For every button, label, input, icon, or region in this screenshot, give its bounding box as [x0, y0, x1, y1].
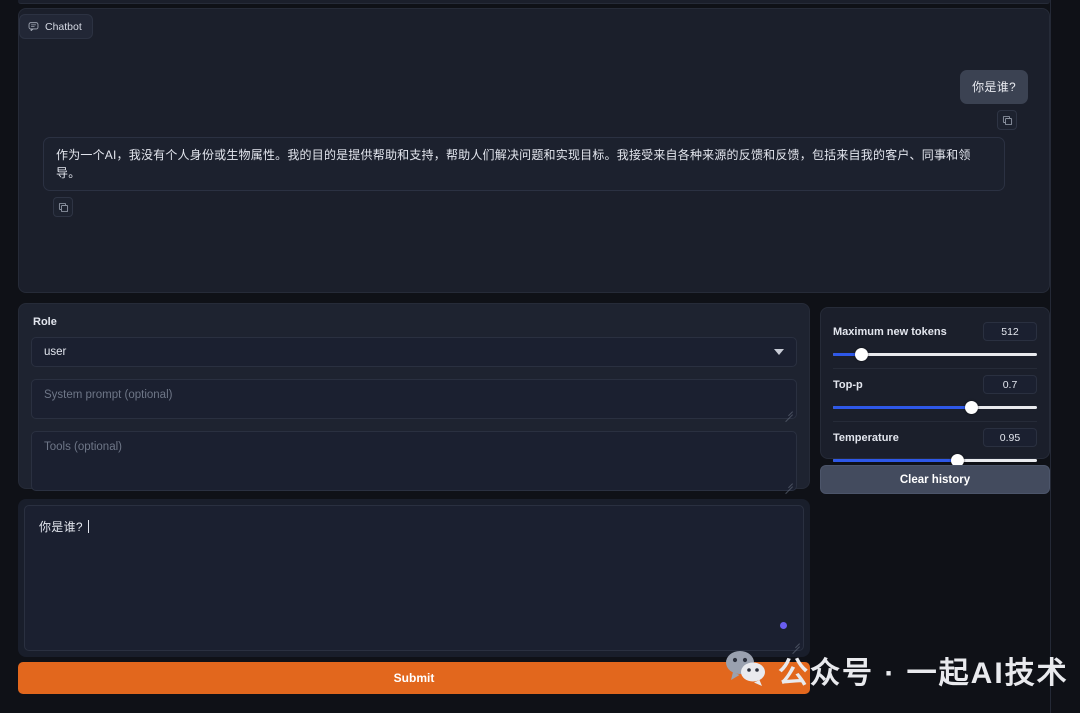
param-max-new-tokens: Maximum new tokens 512 [833, 316, 1037, 368]
assistant-message-actions [33, 191, 1035, 217]
settings-panel: Role user System prompt (optional) Tools… [18, 303, 810, 491]
slider-fill [833, 406, 972, 409]
param-value-field[interactable]: 512 [983, 322, 1037, 341]
chat-bubble-icon [28, 21, 39, 32]
max-new-tokens-slider[interactable] [833, 348, 1037, 361]
user-message-bubble: 你是谁? [960, 70, 1028, 104]
message-list: 你是谁? 作为一个AI，我没有个人身份或生物属性。我的目的是提供帮助和支持，帮助… [19, 41, 1049, 292]
window-top-edge [18, 0, 1050, 4]
param-label: Maximum new tokens [833, 325, 947, 338]
user-input-textarea[interactable]: 你是谁? [24, 505, 804, 651]
slider-thumb[interactable] [855, 348, 869, 361]
param-value-field[interactable]: 0.95 [983, 428, 1037, 447]
app-root: Chatbot 你是谁? 作为一个AI，我没有个人身份或生物属性。我的目的是提供… [0, 0, 1080, 713]
param-label: Top-p [833, 378, 863, 391]
clear-history-button[interactable]: Clear history [820, 465, 1050, 494]
status-dot [780, 622, 787, 629]
copy-icon[interactable] [53, 197, 73, 217]
slider-thumb[interactable] [965, 401, 979, 414]
watermark-text: 公众号 · 一起AI技术 [778, 657, 1069, 690]
role-select[interactable]: user [31, 337, 797, 367]
tools-input[interactable]: Tools (optional) [31, 431, 797, 491]
chatbot-tab[interactable]: Chatbot [19, 14, 93, 39]
param-label: Temperature [833, 431, 899, 444]
message-row-assistant: 作为一个AI，我没有个人身份或生物属性。我的目的是提供帮助和支持，帮助人们解决问… [33, 137, 1035, 191]
tools-placeholder: Tools (optional) [44, 441, 122, 453]
system-prompt-input[interactable]: System prompt (optional) [31, 379, 797, 419]
top-p-slider[interactable] [833, 401, 1037, 414]
param-top-p: Top-p 0.7 [833, 368, 1037, 421]
system-prompt-placeholder: System prompt (optional) [44, 389, 173, 401]
chatbot-panel: Chatbot 你是谁? 作为一个AI，我没有个人身份或生物属性。我的目的是提供… [18, 8, 1050, 293]
role-select-value: user [44, 346, 67, 358]
app-right-border [1050, 0, 1051, 713]
generation-parameters-panel: Maximum new tokens 512 Top-p 0.7 Tempera… [820, 307, 1050, 467]
chevron-down-icon [774, 349, 784, 355]
resize-handle-icon[interactable] [783, 478, 793, 488]
assistant-message-bubble: 作为一个AI，我没有个人身份或生物属性。我的目的是提供帮助和支持，帮助人们解决问… [43, 137, 1005, 191]
resize-handle-icon[interactable] [783, 406, 793, 416]
role-label: Role [33, 316, 57, 328]
text-caret [87, 520, 89, 533]
user-message-actions [33, 104, 1035, 130]
resize-handle-icon[interactable] [790, 638, 800, 648]
user-input-panel: 你是谁? [18, 499, 810, 657]
slider-fill [833, 459, 958, 462]
user-input-value: 你是谁? [39, 520, 83, 534]
message-row-user: 你是谁? [33, 61, 1035, 104]
chatbot-tab-label: Chatbot [45, 20, 82, 33]
copy-icon[interactable] [997, 110, 1017, 130]
param-value-field[interactable]: 0.7 [983, 375, 1037, 394]
submit-button[interactable]: Submit [18, 662, 810, 694]
